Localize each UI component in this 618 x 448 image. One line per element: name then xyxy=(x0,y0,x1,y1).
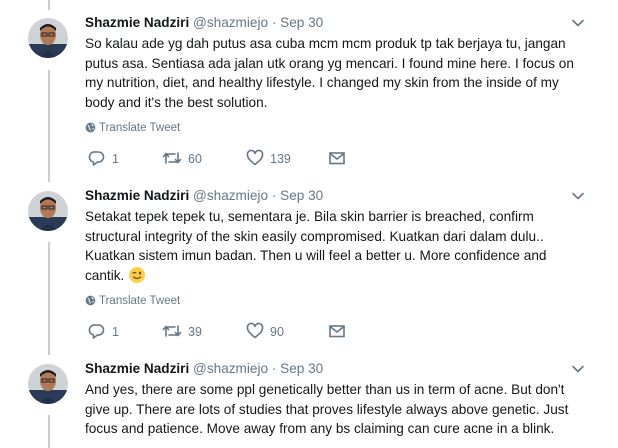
direct-message-button[interactable] xyxy=(328,322,346,342)
chevron-down-icon[interactable] xyxy=(571,16,585,30)
tweet-text: So kalau ade yg dah putus asa cuba mcm m… xyxy=(85,36,574,110)
like-button[interactable]: 90 xyxy=(246,322,284,342)
author-name[interactable]: Shazmie Nadziri xyxy=(85,15,189,30)
retweet-button[interactable]: 60 xyxy=(162,149,202,169)
tweet[interactable]: Shazmie Nadziri @shazmiejo · Sep 30 Seta… xyxy=(0,187,618,347)
translate-label: Translate Tweet xyxy=(99,122,181,134)
translate-tweet-link[interactable]: Translate Tweet xyxy=(85,293,180,309)
author-name[interactable]: Shazmie Nadziri xyxy=(85,361,189,376)
separator-dot: · xyxy=(271,188,277,203)
avatar[interactable] xyxy=(28,364,68,404)
tweet-timestamp[interactable]: Sep 30 xyxy=(280,188,323,203)
reply-count: 1 xyxy=(112,152,119,166)
globe-icon xyxy=(85,295,96,306)
reply-icon xyxy=(88,151,105,166)
tweet[interactable]: Shazmie Nadziri @shazmiejo · Sep 30 So k… xyxy=(0,14,618,174)
author-name[interactable]: Shazmie Nadziri xyxy=(85,188,189,203)
globe-icon xyxy=(85,122,96,133)
winking-face-emoji xyxy=(129,266,146,283)
avatar[interactable] xyxy=(28,18,68,58)
author-handle[interactable]: @shazmiejo xyxy=(193,15,268,30)
reply-icon xyxy=(88,324,105,339)
translate-label: Translate Tweet xyxy=(99,295,181,307)
tweet-timestamp[interactable]: Sep 30 xyxy=(280,361,323,376)
retweet-count: 39 xyxy=(188,325,202,339)
author-handle[interactable]: @shazmiejo xyxy=(193,188,268,203)
chevron-down-icon[interactable] xyxy=(571,189,585,203)
like-count: 90 xyxy=(270,325,284,339)
retweet-button[interactable]: 39 xyxy=(162,322,202,342)
tweet-text: And yes, there are some ppl genetically … xyxy=(85,382,569,437)
separator-dot: · xyxy=(271,15,277,30)
tweet-header: Shazmie Nadziri @shazmiejo · Sep 30 xyxy=(85,14,323,32)
avatar[interactable] xyxy=(28,191,68,231)
tweet-actions: 1 39 90 xyxy=(88,322,388,342)
tweet-timestamp[interactable]: Sep 30 xyxy=(280,15,323,30)
reply-button[interactable]: 1 xyxy=(88,149,119,169)
like-button[interactable]: 139 xyxy=(246,149,291,169)
author-handle[interactable]: @shazmiejo xyxy=(193,361,268,376)
heart-icon xyxy=(246,322,264,339)
thread-line xyxy=(48,0,50,10)
envelope-icon xyxy=(329,325,345,338)
chevron-down-icon[interactable] xyxy=(571,362,585,376)
tweet[interactable]: Shazmie Nadziri @shazmiejo · Sep 30 And … xyxy=(0,360,618,448)
translate-tweet-link[interactable]: Translate Tweet xyxy=(85,120,180,136)
reply-button[interactable]: 1 xyxy=(88,322,119,342)
reply-count: 1 xyxy=(112,325,119,339)
tweet-text: Setakat tepek tepek tu, sementara je. Bi… xyxy=(85,209,547,283)
retweet-icon xyxy=(162,152,182,164)
direct-message-button[interactable] xyxy=(328,149,346,169)
like-count: 139 xyxy=(270,152,291,166)
retweet-icon xyxy=(162,325,182,337)
separator-dot: · xyxy=(271,361,277,376)
tweet-header: Shazmie Nadziri @shazmiejo · Sep 30 xyxy=(85,187,323,205)
tweet-header: Shazmie Nadziri @shazmiejo · Sep 30 xyxy=(85,360,323,378)
tweet-actions: 1 60 139 xyxy=(88,149,388,169)
envelope-icon xyxy=(329,152,345,165)
retweet-count: 60 xyxy=(188,152,202,166)
heart-icon xyxy=(246,149,264,166)
tweet-text-container: Setakat tepek tepek tu, sementara je. Bi… xyxy=(85,207,605,285)
